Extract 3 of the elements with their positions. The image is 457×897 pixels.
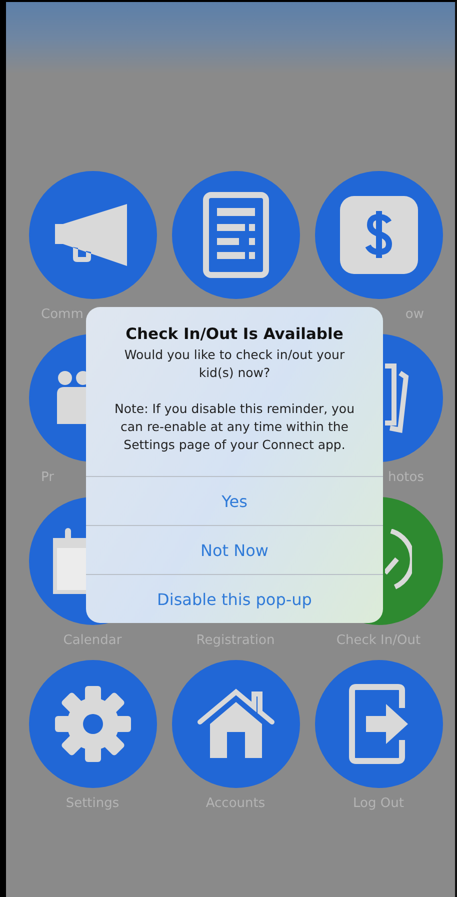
- dialog-title: Check In/Out Is Available: [126, 325, 344, 343]
- dialog-note: Note: If you disable this reminder, you can re-enable at any time within the Settings page of your Connect app.: [113, 400, 356, 454]
- dialog-message: Would you like to check in/out your kid(s) now?: [123, 346, 346, 382]
